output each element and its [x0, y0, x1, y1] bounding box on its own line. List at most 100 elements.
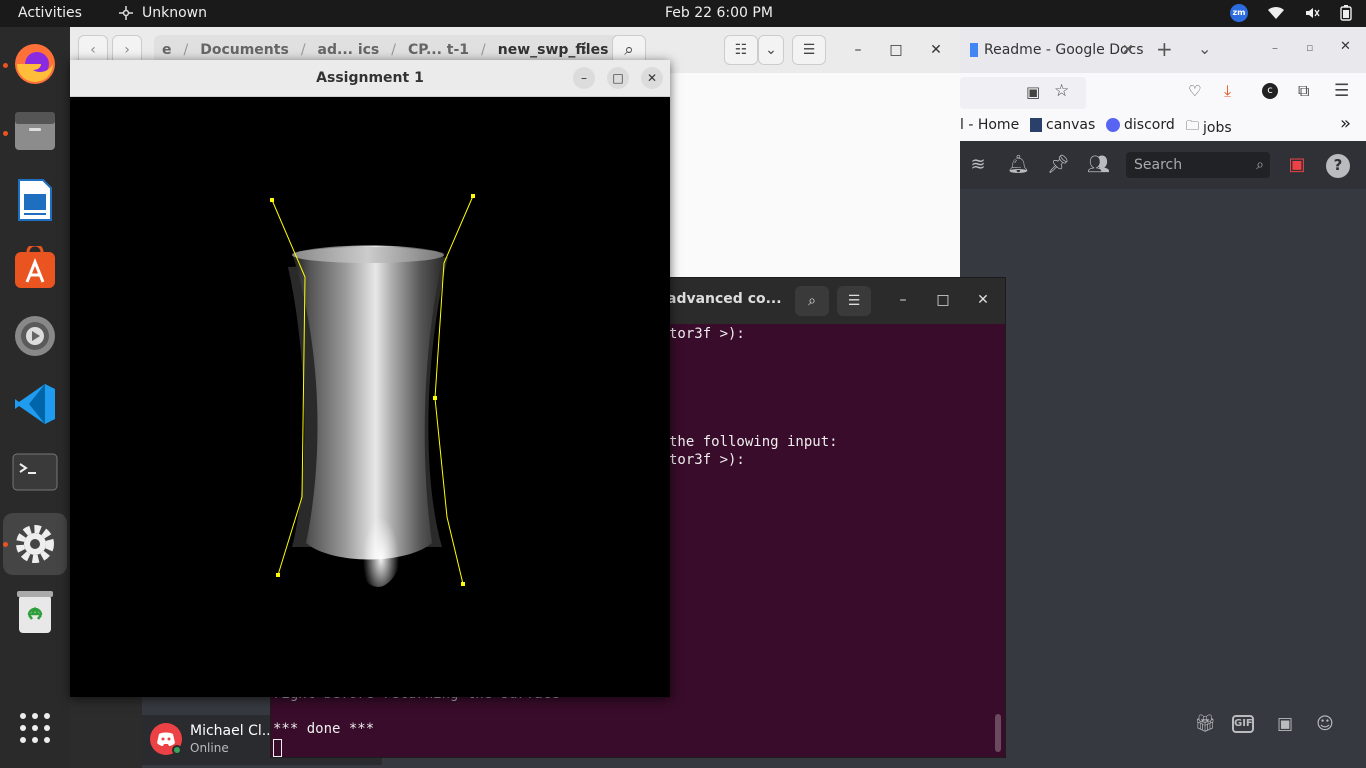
path-separator: /: [391, 42, 396, 58]
files-icon[interactable]: [10, 107, 60, 157]
top-bar: Activities Unknown Feb 22 6:00 PM zm: [0, 0, 1366, 27]
bookmark-discord[interactable]: discord: [1106, 117, 1175, 133]
help-icon[interactable]: ?: [1326, 154, 1350, 178]
nav-toolbar: ▣ ☆ ♡ ⤓ c ⧉ ☰: [960, 73, 1366, 113]
minimize-button[interactable]: –: [846, 38, 870, 62]
path-segment[interactable]: Documents: [200, 42, 289, 58]
terminal-menu-button[interactable]: ☰: [837, 286, 871, 316]
close-icon[interactable]: ✕: [1340, 39, 1351, 54]
folder-icon: 🗀: [1186, 119, 1200, 134]
inbox-icon[interactable]: ▣: [1286, 154, 1308, 176]
files-menu-button[interactable]: ☰: [792, 35, 826, 65]
app-menu-icon[interactable]: ☰: [1334, 81, 1349, 101]
control-point[interactable]: [461, 582, 465, 586]
extensions-icon[interactable]: ⧉: [1298, 81, 1309, 101]
terminal-icon[interactable]: [10, 447, 60, 497]
dock: [0, 27, 70, 768]
zoom-tray-icon[interactable]: zm: [1230, 4, 1248, 22]
download-icon[interactable]: ⤓: [1224, 81, 1231, 101]
path-segment[interactable]: e: [162, 42, 172, 58]
tab-list-button[interactable]: ⌄: [1198, 39, 1211, 58]
path-segment[interactable]: ad... ics: [318, 42, 380, 58]
minimize-icon[interactable]: –: [1272, 41, 1278, 55]
extension-c-icon[interactable]: c: [1262, 83, 1278, 99]
vscode-icon[interactable]: [10, 379, 60, 429]
notification-bell-icon[interactable]: 🔔︎: [1007, 154, 1030, 176]
path-menu-icon[interactable]: ⋮: [578, 40, 592, 56]
emoji-icon[interactable]: ☺: [1312, 711, 1338, 737]
gif-button[interactable]: GIF: [1232, 715, 1254, 733]
system-tray[interactable]: zm: [1230, 4, 1352, 22]
maximize-button[interactable]: □: [607, 67, 629, 89]
online-status-dot: [172, 745, 182, 755]
terminal-line: *** done ***: [273, 721, 375, 737]
sticker-icon[interactable]: ▣: [1272, 711, 1298, 737]
vase-specular-highlight: [348, 447, 408, 587]
control-point[interactable]: [433, 396, 437, 400]
app-center-icon[interactable]: [10, 243, 60, 293]
activities-button[interactable]: Activities: [18, 5, 82, 21]
bookmark-canvas[interactable]: canvas: [1030, 117, 1095, 133]
canvas-favicon-icon: [1030, 118, 1042, 132]
firefox-icon[interactable]: [10, 39, 60, 89]
close-button[interactable]: ✕: [641, 67, 663, 89]
app-grid-icon[interactable]: [10, 703, 60, 753]
maximize-button[interactable]: □: [884, 38, 908, 62]
close-button[interactable]: ✕: [924, 38, 948, 62]
writer-icon[interactable]: [10, 175, 60, 225]
clock[interactable]: Feb 22 6:00 PM: [665, 5, 773, 21]
vase-top-rim: [292, 247, 444, 263]
running-indicator: [3, 63, 8, 68]
tab-close-button[interactable]: ✕: [1122, 33, 1134, 67]
pocket-icon[interactable]: ♡: [1188, 82, 1201, 100]
focused-app-menu[interactable]: Unknown: [118, 5, 207, 21]
terminal-title: advanced co...: [667, 291, 782, 307]
terminal-scrollbar[interactable]: [995, 714, 1001, 752]
terminal-search-button[interactable]: ⌕: [795, 286, 829, 316]
bookmark-home[interactable]: l - Home: [960, 117, 1019, 133]
settings-active-icon[interactable]: [10, 519, 60, 569]
bookmark-star-icon[interactable]: ☆: [1054, 81, 1069, 101]
bookmarks-bar: l - Home canvas discord 🗀 jobs »: [960, 113, 1366, 141]
threads-icon[interactable]: ≋: [967, 154, 989, 176]
new-tab-button[interactable]: +: [1156, 37, 1173, 61]
control-point[interactable]: [270, 198, 274, 202]
volume-icon[interactable]: [1304, 5, 1320, 21]
list-view-button[interactable]: ☷: [724, 35, 758, 65]
view-options-button[interactable]: ⌄: [758, 35, 784, 65]
docs-icon: [970, 43, 978, 57]
running-indicator: [3, 131, 8, 136]
reader-view-icon[interactable]: ▣: [1026, 83, 1040, 101]
wifi-icon[interactable]: [1268, 6, 1284, 20]
path-separator: /: [300, 42, 306, 58]
pin-icon[interactable]: 📌︎: [1047, 154, 1070, 176]
terminal-cursor: [273, 739, 282, 757]
control-point[interactable]: [276, 573, 280, 577]
assignment-header-bar: Assignment 1 – □ ✕: [70, 60, 670, 97]
path-separator: /: [183, 42, 189, 58]
discord-search-input[interactable]: Search ⌕: [1126, 152, 1270, 178]
path-separator: /: [481, 42, 486, 58]
discord-favicon-icon: [1106, 118, 1120, 132]
trash-icon[interactable]: [10, 587, 60, 637]
minimize-button[interactable]: –: [891, 288, 915, 312]
app-network-icon: [119, 6, 133, 20]
bookmarks-overflow-icon[interactable]: »: [1340, 113, 1351, 134]
maximize-button[interactable]: □: [931, 288, 955, 312]
path-segment[interactable]: CP... t-1: [408, 42, 469, 58]
gift-icon[interactable]: 🎁︎: [1192, 711, 1218, 737]
tab-title: Readme - Google Docs: [984, 42, 1144, 58]
restore-icon[interactable]: ▫: [1306, 41, 1313, 54]
bookmark-jobs[interactable]: 🗀 jobs: [1186, 117, 1232, 139]
terminal-line: tor3f >):: [669, 452, 745, 468]
close-button[interactable]: ✕: [971, 288, 995, 312]
control-point[interactable]: [471, 194, 475, 198]
browser-window: Readme - Google Docs ✕ + ⌄ – ▫ ✕ ▣ ☆ ♡ ⤓…: [960, 27, 1366, 768]
tab-strip: Readme - Google Docs ✕ + ⌄ – ▫ ✕: [960, 27, 1366, 73]
battery-icon[interactable]: [1340, 5, 1352, 21]
member-list-icon[interactable]: 👥︎: [1087, 154, 1110, 176]
minimize-button[interactable]: –: [573, 67, 595, 89]
settings-icon[interactable]: [10, 311, 60, 361]
render-canvas[interactable]: [70, 97, 670, 697]
tab-readme[interactable]: Readme - Google Docs ✕: [960, 33, 1144, 67]
